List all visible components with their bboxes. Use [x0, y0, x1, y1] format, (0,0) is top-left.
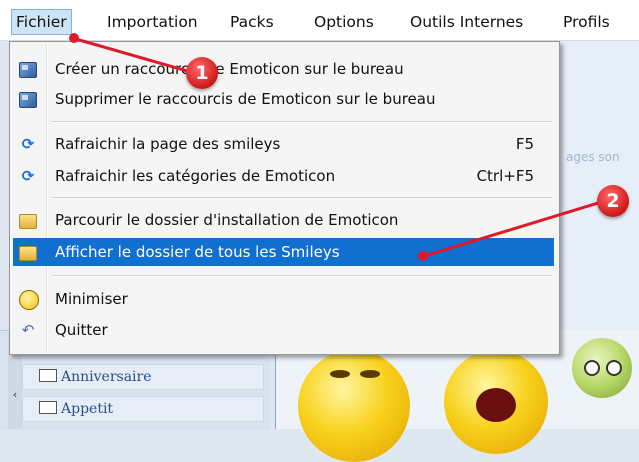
minimize-smiley-icon	[19, 290, 39, 310]
menu-item-label: Supprimer le raccourcis de Emoticon sur …	[55, 90, 436, 108]
quit-arrow-icon: ↶	[21, 321, 35, 339]
menu-fichier[interactable]: Fichier	[11, 9, 72, 35]
folder-icon	[19, 214, 37, 229]
menu-item-browse-install-folder[interactable]: Parcourir le dossier d'installation de E…	[13, 206, 554, 234]
menu-item-shortcut: Ctrl+F5	[476, 167, 534, 185]
refresh-icon: ⟳	[21, 167, 35, 185]
folder-icon	[19, 246, 37, 261]
menu-item-label: Quitter	[55, 321, 108, 339]
category-item-appetit[interactable]: Appetit	[22, 396, 264, 422]
menu-item-create-shortcut[interactable]: Créer un raccourcis de Emoticon sur le b…	[13, 55, 554, 83]
fichier-dropdown-menu: Créer un raccourcis de Emoticon sur le b…	[9, 41, 560, 355]
menu-item-delete-shortcut[interactable]: Supprimer le raccourcis de Emoticon sur …	[13, 85, 554, 113]
smiley-image[interactable]	[298, 350, 410, 462]
menu-item-label: Parcourir le dossier d'installation de E…	[55, 211, 399, 229]
menu-item-refresh-page[interactable]: ⟳ Rafraichir la page des smileys F5	[13, 130, 554, 158]
shortcut-icon	[19, 92, 37, 108]
menu-bar: Fichier Importation Packs Options Outils…	[0, 0, 639, 41]
menu-item-label: Rafraichir les catégories de Emoticon	[55, 167, 336, 185]
smiley-eye	[330, 370, 350, 378]
menu-outils-internes[interactable]: Outils Internes	[410, 10, 523, 34]
menu-separator	[52, 121, 552, 123]
category-item-anniversaire[interactable]: Anniversaire	[22, 364, 264, 390]
refresh-icon: ⟳	[21, 135, 35, 153]
menu-separator	[52, 275, 552, 277]
smiley-image[interactable]	[572, 338, 632, 398]
menu-profils[interactable]: Profils	[563, 10, 610, 34]
menu-item-refresh-categories[interactable]: ⟳ Rafraichir les catégories de Emoticon …	[13, 162, 554, 190]
menu-item-label: Afficher le dossier de tous les Smileys	[55, 243, 340, 261]
background-hint-text: ages son	[566, 150, 620, 164]
smiley-eye	[360, 370, 380, 378]
menu-item-label: Rafraichir la page des smileys	[55, 135, 281, 153]
smiley-eye	[606, 360, 622, 376]
category-label: Appetit	[61, 401, 114, 417]
menu-item-label: Minimiser	[55, 290, 128, 308]
envelope-icon	[39, 369, 57, 382]
menu-separator	[52, 197, 552, 199]
smiley-image[interactable]	[444, 350, 548, 454]
menu-options[interactable]: Options	[314, 10, 374, 34]
annotation-badge-2: 2	[597, 185, 629, 217]
menu-item-label: Créer un raccourcis de Emoticon sur le b…	[55, 60, 404, 78]
category-label: Anniversaire	[61, 369, 152, 385]
smiley-eye	[584, 360, 600, 376]
shortcut-icon	[19, 62, 37, 78]
envelope-icon	[39, 401, 57, 414]
menu-item-shortcut: F5	[515, 135, 534, 153]
menu-item-quit[interactable]: ↶ Quitter	[13, 316, 554, 344]
menu-packs[interactable]: Packs	[230, 10, 274, 34]
menu-item-minimize[interactable]: Minimiser	[13, 285, 554, 313]
annotation-badge-1: 1	[186, 57, 218, 89]
smiley-mouth	[476, 388, 516, 422]
menu-importation[interactable]: Importation	[107, 10, 198, 34]
